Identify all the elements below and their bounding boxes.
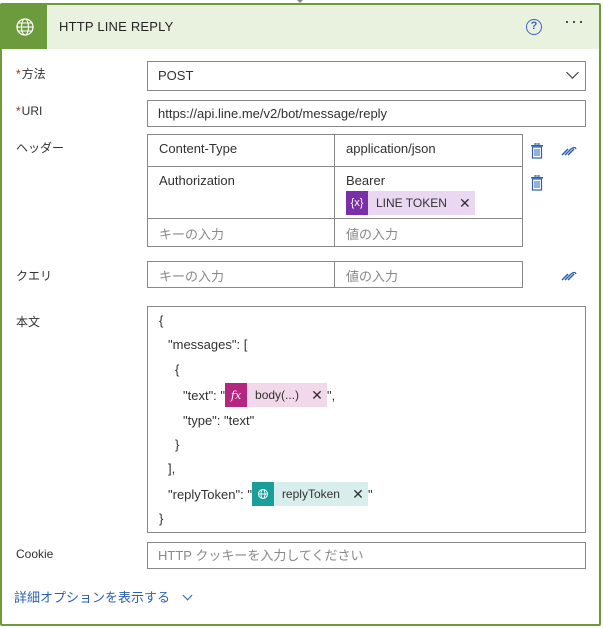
globe-icon xyxy=(2,5,47,49)
uri-label: *URI xyxy=(16,104,43,118)
token-body-expression[interactable]: fx body(...) ✕ xyxy=(225,383,328,407)
close-icon[interactable]: ✕ xyxy=(348,486,368,503)
query-value-input[interactable]: 値の入力 xyxy=(335,262,522,287)
header-key[interactable]: Authorization xyxy=(148,167,335,218)
query-empty-row: キーの入力 値の入力 xyxy=(148,262,522,287)
header-key[interactable]: Content-Type xyxy=(148,135,335,166)
header-value-input[interactable]: 値の入力 xyxy=(335,219,522,246)
uri-value: https://api.line.me/v2/bot/message/reply xyxy=(158,106,388,121)
header-empty-row: キーの入力 値の入力 xyxy=(148,219,522,246)
body-text: "replyToken": " xyxy=(168,486,252,502)
token-label: body(...) xyxy=(255,388,300,402)
body-line: { xyxy=(175,362,180,377)
method-label: *方法 xyxy=(16,67,46,81)
headers-label: ヘッダー xyxy=(16,141,65,155)
body-line: "type": "text" xyxy=(183,413,255,428)
method-select[interactable]: POST xyxy=(147,61,586,91)
body-line: } xyxy=(159,511,164,526)
header-value[interactable]: application/json xyxy=(335,135,522,166)
header-value-text: Bearer xyxy=(346,173,386,188)
help-icon[interactable]: ? xyxy=(526,19,542,35)
action-card: HTTP LINE REPLY ? ··· *方法 POST *URI http… xyxy=(0,3,601,626)
line-connector-icon xyxy=(251,482,274,506)
switch-to-text-mode-icon[interactable] xyxy=(560,270,578,285)
cookie-input[interactable]: HTTP クッキーを入力してください xyxy=(147,542,586,569)
method-value: POST xyxy=(158,68,194,83)
trash-icon[interactable] xyxy=(530,142,544,162)
cookie-label: Cookie xyxy=(16,547,54,561)
more-options-icon[interactable]: ··· xyxy=(564,11,585,32)
cookie-placeholder: HTTP クッキーを入力してください xyxy=(158,548,364,563)
body-text: " xyxy=(367,486,373,502)
body-label: 本文 xyxy=(16,315,41,329)
token-line-token[interactable]: {x} LINE TOKEN ✕ xyxy=(346,191,475,215)
headers-table: Content-Type application/json Authorizat… xyxy=(147,134,523,247)
function-icon: fx xyxy=(225,383,248,407)
query-table: キーの入力 値の入力 xyxy=(147,261,523,288)
switch-to-text-mode-icon[interactable] xyxy=(560,145,578,160)
body-text: "text": " xyxy=(183,387,226,403)
chevron-down-icon xyxy=(182,590,193,601)
close-icon[interactable]: ✕ xyxy=(455,195,475,212)
body-line: "replyToken": " replyToken ✕ " xyxy=(168,482,373,506)
body-line: { xyxy=(159,313,164,328)
header-row: Authorization Bearer {x} LINE TOKEN ✕ xyxy=(148,167,522,219)
query-label: クエリ xyxy=(16,269,53,283)
body-line: "messages": [ xyxy=(168,337,248,352)
body-line: } xyxy=(175,437,180,452)
close-icon[interactable]: ✕ xyxy=(307,387,327,404)
header-value[interactable]: Bearer {x} LINE TOKEN ✕ xyxy=(335,167,522,218)
body-editor[interactable]: { "messages": [ { "text": " fx body(...)… xyxy=(147,306,586,533)
query-key-input[interactable]: キーの入力 xyxy=(148,262,335,287)
action-title: HTTP LINE REPLY xyxy=(59,19,174,34)
header-row: Content-Type application/json xyxy=(148,135,522,167)
variable-icon: {x} xyxy=(346,191,368,215)
body-line: "text": " fx body(...) ✕ ", xyxy=(183,383,335,407)
trash-icon[interactable] xyxy=(530,174,544,194)
token-label: replyToken xyxy=(281,487,340,501)
token-label: LINE TOKEN xyxy=(376,196,447,210)
token-reply-token[interactable]: replyToken ✕ xyxy=(251,482,368,506)
link-text: 詳細オプションを表示する xyxy=(14,590,171,605)
chevron-down-icon xyxy=(566,66,579,79)
body-line: ], xyxy=(168,461,176,476)
header-key-input[interactable]: キーの入力 xyxy=(148,219,335,246)
action-header[interactable]: HTTP LINE REPLY ? ··· xyxy=(2,5,599,49)
body-text: ", xyxy=(327,387,336,403)
uri-input[interactable]: https://api.line.me/v2/bot/message/reply xyxy=(147,100,586,127)
show-advanced-options-link[interactable]: 詳細オプションを表示する xyxy=(14,587,193,606)
